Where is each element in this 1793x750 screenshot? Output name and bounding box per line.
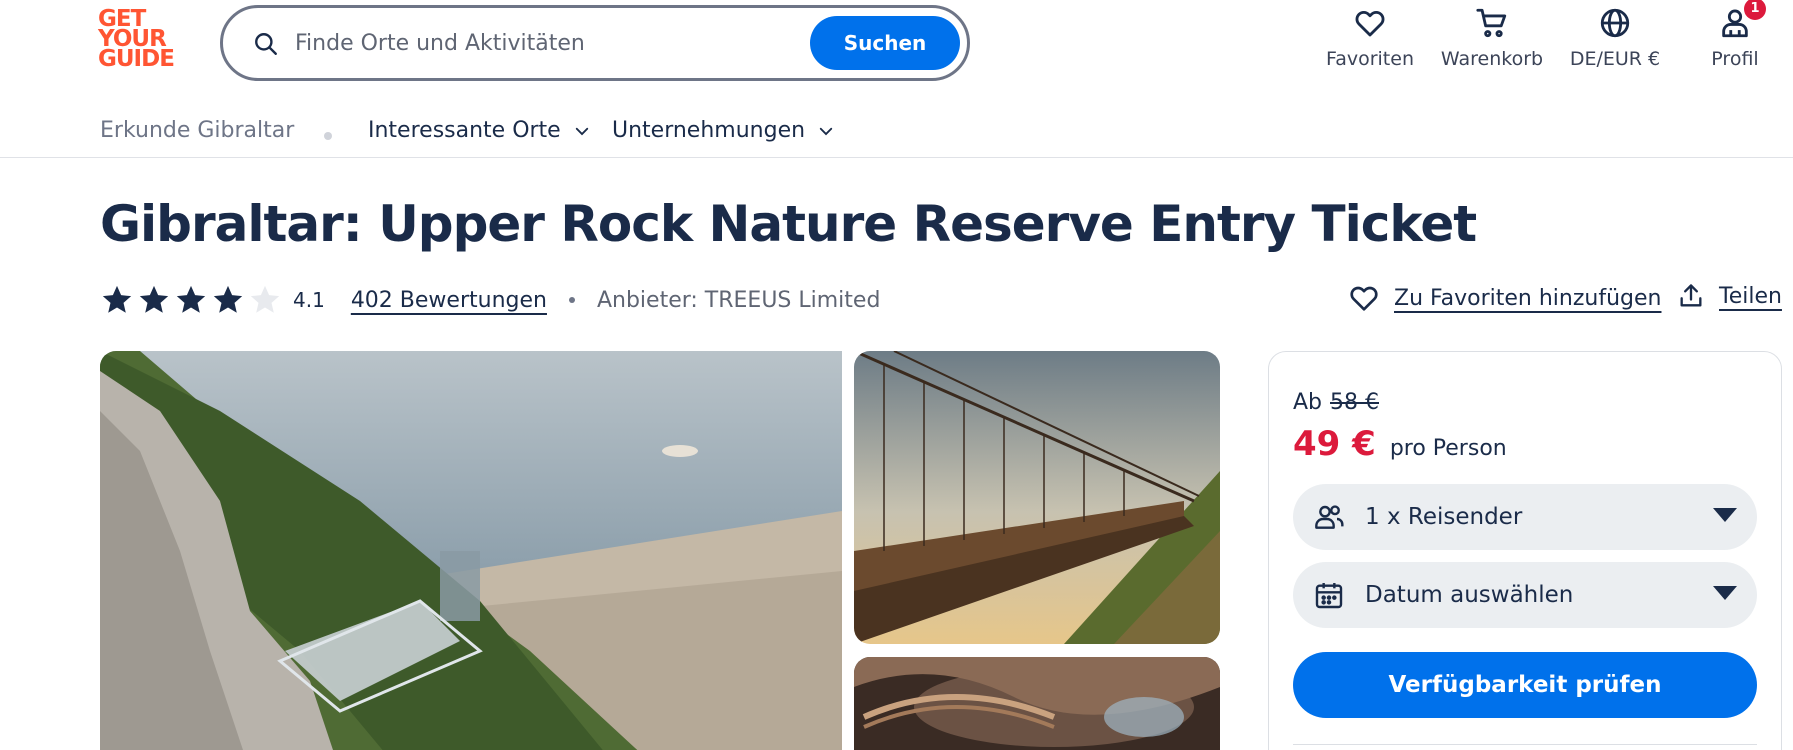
caret-down-icon (1713, 508, 1737, 522)
globe-icon (1600, 8, 1630, 38)
cart-icon (1476, 8, 1507, 38)
photo-suspension-bridge[interactable] (854, 351, 1220, 644)
search-icon (255, 33, 277, 55)
travelers-selector[interactable]: 1 x Reisender (1293, 484, 1757, 550)
add-to-favorites-label: Zu Favoriten hinzufügen (1394, 285, 1662, 311)
share-label: Teilen (1719, 283, 1782, 309)
rating-row: 4.1 402 Bewertungen Anbieter: TREEUS Lim… (100, 280, 880, 320)
current-price: 49 € pro Person (1293, 424, 1507, 464)
photo-cave[interactable] (854, 657, 1220, 750)
heart-icon (1355, 11, 1385, 37)
star-rating (100, 283, 285, 317)
site-header: GET YOUR GUIDE Suchen Favoriten Warenkor… (0, 0, 1793, 90)
star-icon (213, 285, 243, 313)
chevron-down-icon (575, 127, 588, 135)
provider-text: Anbieter: TREEUS Limited (596, 287, 881, 313)
share-button[interactable]: Teilen (1677, 282, 1782, 310)
price-per-person: pro Person (1389, 436, 1507, 461)
caret-down-icon (1713, 586, 1737, 600)
subnav-activities[interactable]: Unternehmungen (612, 118, 835, 143)
price-amount: 49 € (1293, 424, 1376, 464)
check-availability-button[interactable]: Verfügbarkeit prüfen (1293, 652, 1757, 718)
search-bar: Suchen (220, 5, 970, 81)
price-from: Ab 58 € (1293, 390, 1379, 415)
subnav-places-label: Interessante Orte (368, 118, 561, 143)
subnav-places[interactable]: Interessante Orte (368, 118, 591, 143)
calendar-icon (1315, 583, 1343, 609)
sub-navigation: Erkunde Gibraltar Interessante Orte Unte… (0, 108, 1793, 158)
booking-card: Ab 58 € 49 € pro Person 1 x Reisender Dat… (1268, 351, 1782, 750)
subnav-activities-label: Unternehmungen (612, 118, 806, 143)
reviews-link[interactable]: 402 Bewertungen (351, 288, 547, 313)
nav-profile-label: Profil (1711, 48, 1759, 70)
rating-value: 4.1 (293, 288, 325, 312)
share-icon (1680, 284, 1702, 307)
nav-language-label: DE/EUR € (1569, 48, 1661, 70)
main-photo-skywalk[interactable] (100, 351, 842, 750)
cave-image (854, 657, 1220, 750)
heart-icon (1350, 286, 1378, 311)
nav-cart[interactable]: Warenkorb (1437, 6, 1547, 70)
star-empty-icon (250, 285, 280, 313)
date-value: Datum auswählen (1365, 582, 1574, 608)
travelers-icon (1315, 505, 1344, 529)
add-to-favorites-button[interactable]: Zu Favoriten hinzufügen (1348, 282, 1661, 314)
old-price: 58 € (1330, 390, 1379, 415)
divider (1293, 744, 1757, 745)
chevron-down-icon (819, 127, 833, 135)
getyourguide-logo[interactable]: GET YOUR GUIDE (98, 8, 188, 72)
separator-dot (568, 297, 575, 303)
star-icon (139, 285, 169, 313)
separator-dot (324, 132, 332, 140)
notification-badge: 1 (1744, 0, 1766, 20)
skywalk-image (100, 351, 842, 750)
page-title: Gibraltar: Upper Rock Nature Reserve Ent… (100, 195, 1477, 253)
date-selector[interactable]: Datum auswählen (1293, 562, 1757, 628)
search-input[interactable] (295, 22, 795, 64)
nav-favorites[interactable]: Favoriten (1320, 6, 1420, 70)
star-icon (176, 285, 206, 313)
price-from-label: Ab (1293, 390, 1323, 415)
bridge-image (854, 351, 1220, 644)
nav-language[interactable]: DE/EUR € (1560, 6, 1670, 70)
nav-cart-label: Warenkorb (1440, 48, 1544, 70)
logo-line-3: GUIDE (98, 45, 175, 72)
search-button[interactable]: Suchen (810, 16, 960, 70)
star-icon (102, 285, 132, 313)
nav-profile[interactable]: Profil 1 (1700, 0, 1770, 70)
subnav-explore[interactable]: Erkunde Gibraltar (100, 118, 294, 143)
nav-favorites-label: Favoriten (1326, 48, 1414, 70)
travelers-value: 1 x Reisender (1365, 504, 1523, 530)
